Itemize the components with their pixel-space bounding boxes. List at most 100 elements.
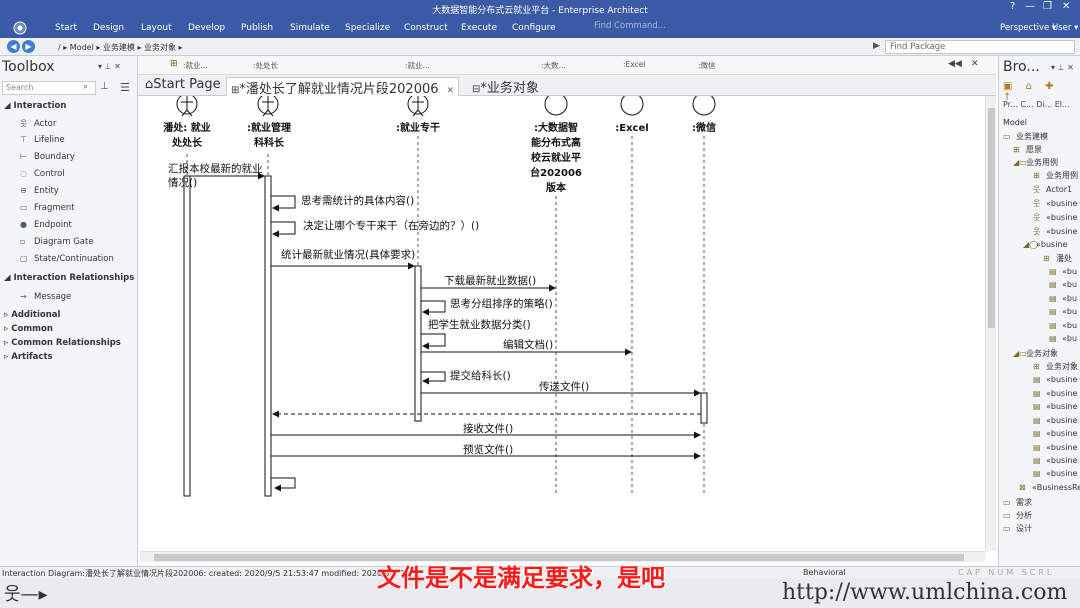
message-label[interactable]: 编辑文档() (503, 337, 553, 352)
menu-publish[interactable]: Publish (241, 23, 273, 33)
toolbox-search-input[interactable]: Search (2, 81, 96, 95)
tree-item[interactable]: 웃 Actor1 (1033, 184, 1072, 195)
menu-execute[interactable]: Execute (461, 23, 497, 33)
tree-item[interactable]: ▭ 设计 (1003, 523, 1032, 534)
tree-root-model[interactable]: Model (1003, 118, 1027, 127)
tree-item[interactable]: 웃 «busine (1033, 226, 1077, 237)
back-icon[interactable]: ◀ (7, 40, 20, 53)
user-menu[interactable]: User ▾ (1052, 23, 1078, 33)
tree-item[interactable]: ▤ «bu (1049, 280, 1077, 289)
tab-business-objects[interactable]: ⊟*业务对象 (468, 77, 543, 96)
self-message-arrow[interactable] (421, 300, 446, 316)
diagram-canvas[interactable]: 潘处: 就业 处处长 :就业管理 科科长 :就业专干 :大数据智 能分布式高 校… (145, 96, 983, 548)
tree-item[interactable]: ⊞ 业务对象 (1033, 361, 1078, 372)
toolbox-section-artifacts[interactable]: ▹ Artifacts (4, 352, 53, 362)
tree-item[interactable]: ◢▭业务用例 (1013, 157, 1058, 168)
actor-figure-1[interactable] (176, 96, 198, 117)
tree-item[interactable]: ▤ «busine (1033, 443, 1077, 452)
menu-layout[interactable]: Layout (141, 23, 172, 33)
tab-start-page[interactable]: ⌂Start Page (141, 77, 225, 96)
toolbox-pin-icon[interactable]: ▾ ⊥ ✕ (98, 62, 121, 71)
toolbox-item-actor[interactable]: 웃 Actor (20, 118, 56, 129)
toolbox-item-state-continuation[interactable]: ▢ State/Continuation (20, 254, 114, 264)
self-message-arrow[interactable] (271, 221, 296, 238)
menu-construct[interactable]: Construct (404, 23, 448, 33)
tree-item[interactable]: ▭ 业务建模 (1003, 131, 1048, 142)
toolbox-item-endpoint[interactable]: ● Endpoint (20, 220, 72, 230)
browser-subtabs[interactable]: Pr... C... Di... El... (1003, 100, 1070, 109)
menu-specialize[interactable]: Specialize (345, 23, 390, 33)
scrollbar-thumb[interactable] (988, 108, 995, 328)
breadcrumb[interactable]: / ▸ Model ▸ 业务建模 ▸ 业务对象 ▸ (58, 42, 183, 53)
tree-item[interactable]: ◢◯«busine (1023, 240, 1067, 249)
self-message-arrow[interactable] (421, 333, 446, 350)
actor-figure-3[interactable] (407, 96, 429, 117)
message-label[interactable]: 统计最新就业情况(具体要求) (281, 247, 415, 262)
message-label[interactable]: 决定让哪个专干来干（在旁边的？）() (303, 218, 479, 233)
toolbox-section-common-relationships[interactable]: ▹ Common Relationships (4, 338, 121, 348)
toolbox-item-fragment[interactable]: ▭ Fragment (20, 203, 75, 213)
tree-item[interactable]: ▭ 需求 (1003, 497, 1032, 508)
menu-simulate[interactable]: Simulate (290, 23, 330, 33)
toolbox-section-common[interactable]: ▹ Common (4, 324, 53, 334)
find-command-input[interactable]: Find Command... (580, 21, 730, 35)
activation-bar[interactable] (183, 175, 191, 497)
toolbox-section-interaction-relationships[interactable]: ◢ Interaction Relationships (4, 273, 134, 283)
toolbox-item-lifeline[interactable]: ⊤ Lifeline (20, 135, 65, 145)
tree-item[interactable]: ▤ «bu (1049, 294, 1077, 303)
help-icon[interactable]: ? (1010, 1, 1015, 12)
toolbox-section-additional[interactable]: ▹ Additional (4, 310, 60, 320)
self-message-arrow[interactable] (421, 371, 446, 385)
tree-item[interactable]: ⊞ 业务用例 (1033, 170, 1078, 181)
perspective-button[interactable]: Perspective ▾ (1000, 23, 1056, 33)
actor-figure-2[interactable] (257, 96, 279, 117)
forward-icon[interactable]: ▶ (22, 40, 35, 53)
lifeline-name-platform[interactable]: :大数据智 能分布式高 校云就业平 台202006 版本 (520, 121, 592, 196)
menu-design[interactable]: Design (93, 23, 124, 33)
lifeline-name-specialist[interactable]: :就业专干 (386, 121, 450, 136)
self-message-arrow[interactable] (271, 195, 296, 212)
tree-item[interactable]: ▭ 分析 (1003, 510, 1032, 521)
tree-item[interactable]: ⊠ «BusinessRe (1019, 483, 1080, 492)
self-message-arrow[interactable] (271, 477, 296, 492)
toolbox-item-diagram-gate[interactable]: ▫ Diagram Gate (20, 237, 94, 247)
lifeline-name-excel[interactable]: :Excel (602, 121, 662, 136)
entity-figure-wechat[interactable] (692, 96, 716, 116)
toolbox-section-interaction[interactable]: ◢ Interaction (4, 101, 66, 111)
entity-figure-platform[interactable] (544, 96, 568, 116)
close-icon[interactable]: ✕ (1062, 1, 1070, 12)
tree-item[interactable]: 웃 «busine (1033, 212, 1077, 223)
toolbox-item-boundary[interactable]: ⊢ Boundary (20, 152, 75, 162)
close-tab-icon[interactable]: ✕ (447, 86, 455, 96)
toolbox-item-message[interactable]: → Message (20, 292, 71, 302)
message-label[interactable]: 思考分组排序的策略() (450, 296, 553, 311)
lifeline-name-chief[interactable]: 潘处: 就业 处处长 (155, 121, 219, 151)
play-icon[interactable]: ▶ (873, 41, 880, 51)
lifeline-name-section-chief[interactable]: :就业管理 科科长 (237, 121, 301, 151)
menu-develop[interactable]: Develop (188, 23, 225, 33)
ea-logo-icon[interactable] (12, 20, 28, 36)
tree-item[interactable]: ⊞ 愿景 (1013, 144, 1042, 155)
minimize-icon[interactable]: — (1025, 1, 1035, 12)
restore-icon[interactable]: ❐ (1043, 1, 1052, 12)
message-label[interactable]: 传送文件() (539, 379, 589, 394)
message-label[interactable]: 思考需统计的具体内容() (301, 193, 414, 208)
vertical-scrollbar[interactable] (985, 96, 996, 551)
tree-item[interactable]: ▤ «busine (1033, 456, 1077, 465)
hamburger-menu-icon[interactable]: ☰ (120, 81, 130, 94)
toolbox-item-control[interactable]: ◌ Control (20, 169, 65, 179)
tree-item[interactable]: ▤ «bu (1049, 307, 1077, 316)
lifeline-name-wechat[interactable]: :微信 (674, 121, 734, 136)
message-label[interactable]: 提交给科长() (450, 368, 511, 383)
menu-configure[interactable]: Configure (512, 23, 556, 33)
tab-sequence-diagram[interactable]: ⊞*潘处长了解就业情况片段202006 ✕ (226, 77, 460, 97)
find-package-input[interactable]: Find Package (885, 40, 1075, 54)
tree-item[interactable]: ◢▭业务对象 (1013, 348, 1058, 359)
pin-icon[interactable]: ⊥ (100, 81, 109, 92)
tree-item[interactable]: 웃 «busine (1033, 198, 1077, 209)
activation-bar[interactable] (414, 265, 422, 422)
message-label[interactable]: 接收文件() (463, 421, 513, 436)
tree-item[interactable]: ▤ «busine (1033, 402, 1077, 411)
message-label[interactable]: 预览文件() (463, 442, 513, 457)
browser-pin-icon[interactable]: ▾ ⊥ ✕ (1051, 63, 1074, 72)
